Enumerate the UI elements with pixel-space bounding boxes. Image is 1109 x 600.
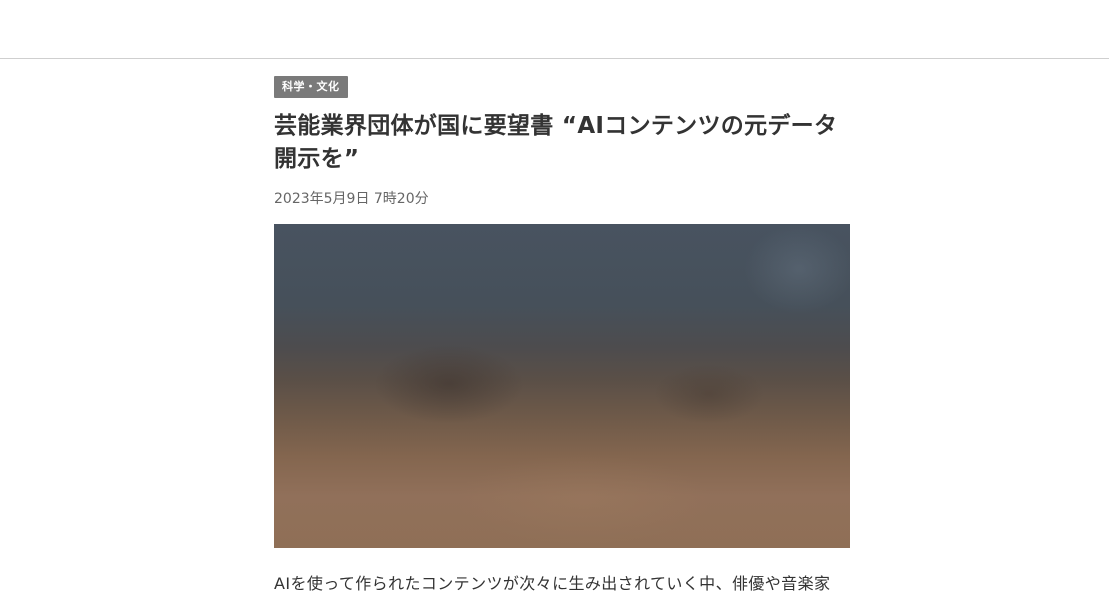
article-body-paragraph: AIを使って作られたコンテンツが次々に生み出されていく中、俳優や音楽家: [274, 574, 831, 593]
category-badge[interactable]: 科学・文化: [274, 76, 348, 98]
publish-timestamp: 2023年5月9日 7時20分: [274, 191, 429, 207]
image-shape-right: [654, 364, 764, 424]
article-headline: 芸能業界団体が国に要望書 “AIコンテンツの元データ開示を”: [274, 113, 838, 172]
article-hero-image: [274, 224, 850, 548]
image-highlight-top-right: [744, 224, 850, 314]
article-header: 科学・文化 芸能業界団体が国に要望書 “AIコンテンツの元データ開示を” 202…: [274, 75, 850, 209]
site-header-bar: [0, 0, 1109, 59]
image-shape-bottom: [454, 454, 714, 544]
image-shape-left: [374, 344, 524, 424]
